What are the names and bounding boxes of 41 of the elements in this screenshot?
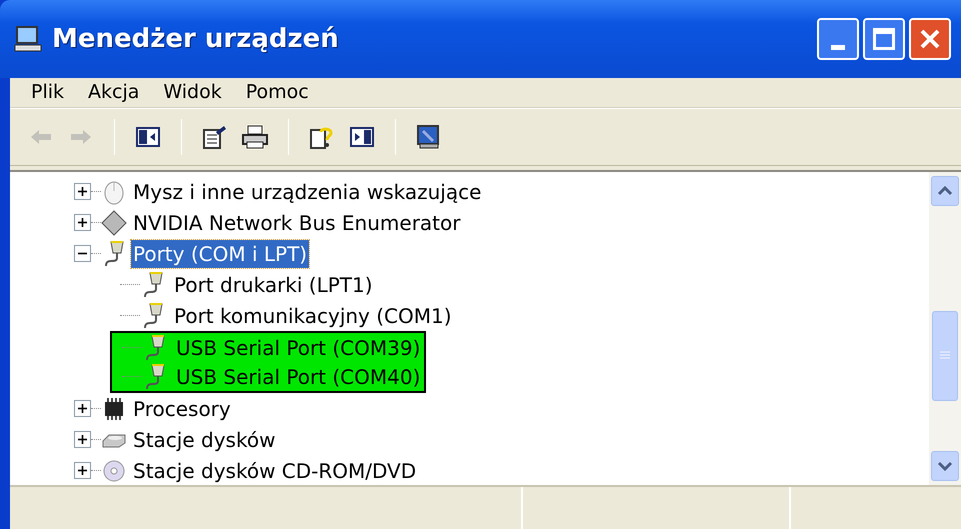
tree-item[interactable]: Stacje dysków CD-ROM/DVD (131, 456, 418, 484)
tree-item[interactable]: Mysz i inne urządzenia wskazujące (131, 178, 484, 206)
expand-box[interactable] (74, 400, 91, 417)
scroll-thumb[interactable] (932, 311, 958, 401)
highlighted-row[interactable]: USB Serial Port (COM40) (110, 362, 426, 393)
menu-item[interactable]: Widok (154, 78, 231, 107)
close-button[interactable] (909, 18, 951, 60)
tree-item-label: USB Serial Port (COM40) (176, 364, 420, 390)
up-chevron-icon (937, 186, 953, 196)
tree-item[interactable]: Porty (COM i LPT) (131, 240, 310, 268)
window-title: Menedżer urządzeń (52, 22, 339, 56)
tree-item[interactable]: Procesory (131, 394, 233, 422)
maximize-button[interactable] (863, 18, 905, 60)
scroll-up-button[interactable] (931, 176, 959, 206)
tree-item[interactable]: Stacje dysków (131, 426, 278, 454)
highlighted-row[interactable]: USB Serial Port (COM39) (110, 331, 426, 362)
expand-box[interactable] (74, 214, 91, 231)
tree-item-label: Port komunikacyjny (COM1) (174, 302, 452, 330)
computer-icon (14, 25, 44, 53)
device-row[interactable]: Port komunikacyjny (COM1) (110, 300, 456, 331)
menu-item[interactable]: Akcja (79, 78, 148, 107)
expand-box[interactable] (74, 431, 91, 448)
expand-box[interactable] (74, 462, 91, 479)
tree-item-label: USB Serial Port (COM39) (176, 334, 420, 362)
minimize-button[interactable] (817, 18, 859, 60)
maximize-icon (873, 28, 895, 50)
down-chevron-icon (937, 461, 953, 471)
minimize-icon (831, 45, 845, 50)
scrollbar[interactable] (929, 172, 961, 485)
diamond-icon (101, 210, 127, 236)
menu-item[interactable]: Plik (22, 78, 74, 107)
close-icon (919, 28, 941, 50)
scroll-down-button[interactable] (931, 451, 959, 481)
tree-item[interactable]: NVIDIA Network Bus Enumerator (131, 208, 462, 236)
collapse-box[interactable] (74, 245, 91, 262)
left-arrow-icon (29, 129, 53, 145)
expand-box[interactable] (74, 183, 91, 200)
right-arrow-icon (69, 129, 93, 145)
menu-item[interactable]: Pomoc (236, 78, 318, 107)
device-row[interactable]: Port drukarki (LPT1) (110, 269, 377, 300)
tree-item-label: Port drukarki (LPT1) (174, 272, 373, 298)
